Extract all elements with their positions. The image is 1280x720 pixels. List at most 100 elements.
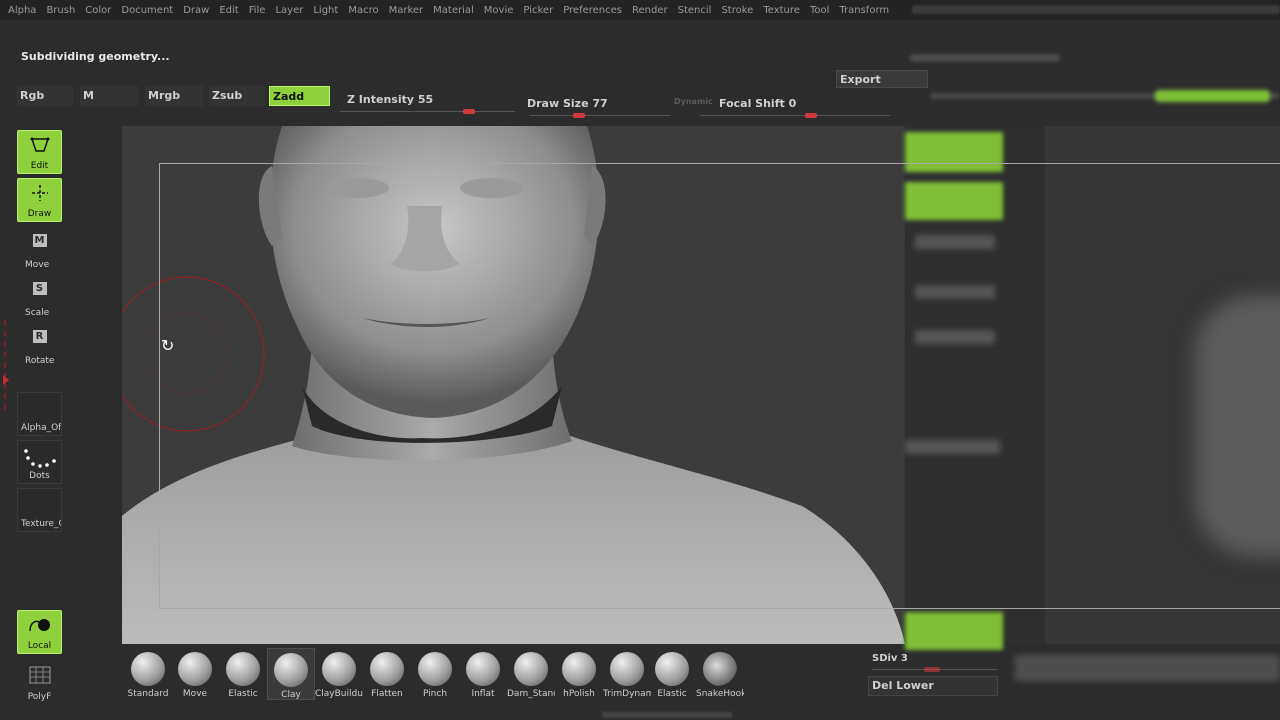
menu-layer[interactable]: Layer (275, 5, 303, 16)
gray-blur (915, 235, 995, 249)
z-intensity-knob[interactable] (463, 109, 475, 114)
draw-size-slider[interactable]: Draw Size 77 (527, 97, 608, 110)
brush-hpolish[interactable]: hPolish (555, 648, 603, 700)
menu-preferences[interactable]: Preferences (563, 5, 622, 16)
brush-inflat[interactable]: Inflat (459, 648, 507, 700)
menu-light[interactable]: Light (313, 5, 338, 16)
green-blur-strip (1155, 90, 1270, 102)
menu-document[interactable]: Document (121, 5, 173, 16)
brush-claybuildup[interactable]: ClayBuildup (315, 648, 363, 700)
brush-icon (131, 652, 165, 686)
scale-button[interactable]: S Scale (17, 276, 62, 320)
menu-file[interactable]: File (249, 5, 266, 16)
menu-macro[interactable]: Macro (348, 5, 378, 16)
brush-label: Elastic (228, 689, 258, 699)
brush-snakehook[interactable]: SnakeHook (696, 648, 744, 700)
menu-edit[interactable]: Edit (219, 5, 238, 16)
menu-picker[interactable]: Picker (523, 5, 553, 16)
edit-icon (18, 137, 61, 157)
menu-material[interactable]: Material (433, 5, 474, 16)
brush-clay[interactable]: Clay (267, 648, 315, 700)
gray-blur (1015, 655, 1280, 681)
menu-movie[interactable]: Movie (484, 5, 514, 16)
brush-label: TrimDynamic (603, 689, 651, 699)
rotate-icon: R (32, 330, 47, 343)
menu-alpha[interactable]: Alpha (8, 5, 36, 16)
dynamic-label[interactable]: Dynamic (674, 97, 713, 106)
focal-shift-value: 0 (788, 97, 797, 110)
gray-blur (905, 440, 1000, 454)
menu-stencil[interactable]: Stencil (678, 5, 712, 16)
menu-stroke[interactable]: Stroke (721, 5, 753, 16)
stroke-button[interactable]: Dots (17, 440, 62, 484)
brush-elastic-2[interactable]: Elastic (648, 648, 696, 700)
polyframe-icon (17, 666, 62, 688)
rgb-button[interactable]: Rgb (17, 86, 73, 106)
z-intensity-label: Z Intensity (347, 93, 415, 106)
draw-size-track[interactable] (530, 115, 670, 116)
menu-tool[interactable]: Tool (810, 5, 829, 16)
brush-cursor (122, 276, 265, 432)
scale-label: Scale (25, 308, 50, 318)
sdiv-slider[interactable]: SDiv 3 (872, 653, 908, 664)
bottom-tray-handle[interactable] (602, 712, 732, 718)
draw-button[interactable]: Draw (17, 178, 62, 222)
brush-label: Clay (281, 690, 301, 700)
brush-label: Inflat (471, 689, 495, 699)
menu-color[interactable]: Color (85, 5, 111, 16)
brush-label: ClayBuildup (315, 689, 363, 699)
blurred-model (1195, 296, 1280, 556)
zadd-button[interactable]: Zadd (269, 86, 330, 106)
gray-blur (915, 330, 995, 344)
focal-shift-slider[interactable]: Focal Shift 0 (719, 97, 796, 110)
texture-button[interactable]: Texture_Off (17, 488, 62, 532)
menu-render[interactable]: Render (632, 5, 668, 16)
z-intensity-track[interactable] (340, 111, 515, 112)
polyf-label: PolyF (27, 692, 52, 702)
brush-standard[interactable]: Standard (124, 648, 172, 700)
brush-trimdynamic[interactable]: TrimDynamic (603, 648, 651, 700)
polyf-button[interactable]: PolyF (17, 660, 62, 704)
blurred-right-view (1045, 126, 1280, 644)
focal-shift-track[interactable] (700, 115, 890, 116)
draw-icon (18, 185, 61, 205)
menu-brush[interactable]: Brush (46, 5, 75, 16)
draw-size-knob[interactable] (573, 113, 585, 118)
brush-move[interactable]: Move (171, 648, 219, 700)
z-intensity-slider[interactable]: Z Intensity 55 (347, 93, 433, 106)
brush-icon (370, 652, 404, 686)
sdiv-knob[interactable] (924, 667, 940, 672)
brush-flatten[interactable]: Flatten (363, 648, 411, 700)
zsub-button[interactable]: Zsub (209, 86, 265, 106)
menu-draw[interactable]: Draw (183, 5, 209, 16)
draw-size-value: 77 (592, 97, 608, 110)
m-button[interactable]: M (80, 86, 138, 106)
brush-pinch[interactable]: Pinch (411, 648, 459, 700)
viewport[interactable]: ↻ (122, 126, 905, 644)
status-text: Subdividing geometry... (21, 50, 170, 63)
brush-label: Dam_Standard (507, 689, 555, 699)
alpha-button[interactable]: Alpha_Off (17, 392, 62, 436)
del-lower-button[interactable]: Del Lower (868, 676, 998, 696)
green-blur (905, 132, 1003, 172)
edit-button[interactable]: Edit (17, 130, 62, 174)
rotate-button[interactable]: R Rotate (17, 324, 62, 368)
local-label: Local (27, 641, 52, 651)
export-button[interactable]: Export (836, 70, 928, 88)
brush-elastic[interactable]: Elastic (219, 648, 267, 700)
brush-icon (514, 652, 548, 686)
brush-dam-standard[interactable]: Dam_Standard (507, 648, 555, 700)
red-arrow-icon (3, 375, 9, 385)
focal-shift-knob[interactable] (805, 113, 817, 118)
brush-icon (562, 652, 596, 686)
snakehook-icon (703, 652, 737, 686)
menu-marker[interactable]: Marker (389, 5, 424, 16)
move-button[interactable]: M Move (17, 228, 62, 272)
brush-label: Pinch (422, 689, 448, 699)
local-button[interactable]: Local (17, 610, 62, 654)
local-icon (18, 617, 61, 637)
move-icon: M (32, 234, 47, 247)
mrgb-button[interactable]: Mrgb (145, 86, 203, 106)
menu-transform[interactable]: Transform (839, 5, 889, 16)
menu-texture[interactable]: Texture (763, 5, 800, 16)
